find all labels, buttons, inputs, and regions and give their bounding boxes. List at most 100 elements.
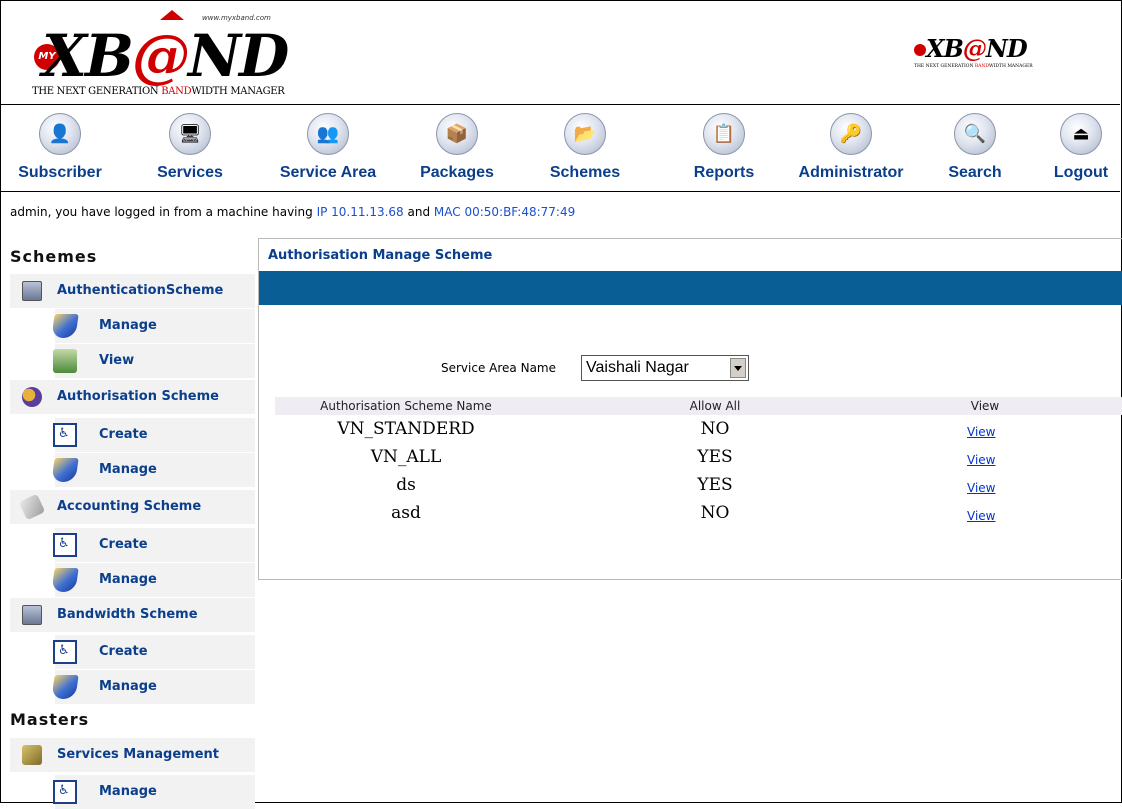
sidebar-item-label: Authorisation Scheme — [57, 389, 219, 404]
sidebar-item-accounting-manage[interactable]: Manage — [51, 563, 255, 597]
logo-text-at: @ — [132, 22, 190, 90]
logo-small-tagline-red: BAND — [974, 64, 989, 69]
view-link[interactable]: View — [967, 425, 995, 439]
sidebar-item-services-management[interactable]: Services Management — [10, 738, 255, 772]
books-icon — [53, 349, 77, 373]
cell-allow-all: NO — [700, 503, 730, 523]
tools-icon — [22, 745, 42, 765]
tagline-part-1: THE NEXT GENERATION — [32, 86, 162, 97]
logo-small-badge — [914, 44, 926, 56]
logo-text-2: ND — [188, 22, 289, 90]
manage-shield-icon — [51, 458, 79, 482]
sidebar-item-authentication-view[interactable]: View — [53, 344, 255, 378]
service-area-select[interactable]: Vaishali Nagar — [581, 355, 749, 381]
service-area-selected-value: Vaishali Nagar — [586, 359, 689, 376]
sidebar-item-services-manage[interactable]: Manage — [53, 775, 255, 809]
schemes-icon: 📂 — [564, 113, 606, 155]
login-ip: IP 10.11.13.68 — [316, 205, 404, 219]
cell-scheme-name: ds — [396, 475, 416, 495]
logout-icon: ⏏ — [1060, 113, 1102, 155]
cell-scheme-name: VN_ALL — [370, 447, 442, 467]
nav-services[interactable]: 🖥 Services — [135, 105, 245, 191]
sidebar-item-authorisation-manage[interactable]: Manage — [51, 453, 255, 487]
xband-logo-small: XB@ND THE NEXT GENERATION BANDWIDTH MANA… — [910, 34, 1060, 84]
nav-label: Administrator — [798, 164, 904, 181]
search-icon: 🔍 — [954, 113, 996, 155]
logo-roof-icon — [160, 10, 184, 20]
nav-administrator[interactable]: 🔑 Administrator — [796, 105, 906, 191]
packages-icon: 📦 — [436, 113, 478, 155]
logo-small-text-2: ND — [985, 34, 1028, 63]
nav-subscriber[interactable]: 👤 Subscriber — [5, 105, 115, 191]
nav-divider — [0, 191, 1120, 192]
form-icon — [53, 423, 77, 447]
logo-text-1: XB — [42, 22, 134, 90]
users-icon — [22, 387, 42, 407]
sidebar-item-label: Manage — [99, 784, 157, 799]
column-header-view: View — [970, 399, 1000, 413]
table-row: VN_STANDERD NO View — [275, 419, 1122, 447]
xband-logo: www.myxband.com MY XB@ND THE NEXT GENERA… — [32, 10, 292, 104]
cell-allow-all: YES — [697, 475, 733, 495]
cell-scheme-name: asd — [391, 503, 421, 523]
sidebar-heading-schemes: Schemes — [10, 247, 98, 266]
sidebar-item-authentication-manage[interactable]: Manage — [51, 309, 255, 343]
sidebar-item-label: Create — [99, 427, 148, 442]
logo-small-tagline-2: WIDTH MANAGER — [988, 64, 1033, 69]
administrator-icon: 🔑 — [830, 113, 872, 155]
services-icon: 🖥 — [169, 113, 211, 155]
tagline-red: BAND — [161, 86, 192, 97]
sidebar-item-label: Manage — [99, 572, 157, 587]
sidebar-item-label: Services Management — [57, 747, 219, 762]
nav-label: Packages — [420, 164, 494, 181]
logo-small-wordmark: XB@ND — [926, 34, 1028, 63]
sidebar-item-accounting-scheme[interactable]: Accounting Scheme — [10, 490, 255, 524]
main-panel: Authorisation Manage Scheme Service Area… — [258, 238, 1122, 580]
manage-shield-icon — [51, 568, 79, 592]
nav-label: Subscriber — [18, 164, 102, 181]
chevron-down-icon[interactable] — [730, 358, 746, 378]
sidebar-item-label: Bandwidth Scheme — [57, 607, 198, 622]
logo-small-tagline: THE NEXT GENERATION BANDWIDTH MANAGER — [914, 64, 1033, 69]
sidebar-item-label: Create — [99, 537, 148, 552]
subscriber-icon: 👤 — [39, 113, 81, 155]
form-icon — [53, 533, 77, 557]
nav-logout[interactable]: ⏏ Logout — [1026, 105, 1122, 191]
sidebar-item-authentication-scheme[interactable]: AuthenticationScheme — [10, 274, 255, 308]
nav-label: Logout — [1053, 164, 1109, 181]
cell-allow-all: YES — [697, 447, 733, 467]
table-header: Authorisation Scheme Name Allow All View — [275, 397, 1122, 415]
sidebar-item-bandwidth-create[interactable]: Create — [53, 635, 255, 669]
logo-small-tagline-1: THE NEXT GENERATION — [914, 64, 975, 69]
sidebar-item-bandwidth-manage[interactable]: Manage — [51, 670, 255, 704]
manage-shield-icon — [51, 675, 79, 699]
nav-schemes[interactable]: 📂 Schemes — [530, 105, 640, 191]
sidebar-item-label: Accounting Scheme — [57, 499, 202, 514]
logo-small-text-1: XB — [926, 34, 964, 63]
nav-reports[interactable]: 📋 Reports — [669, 105, 779, 191]
nav-search[interactable]: 🔍 Search — [920, 105, 1030, 191]
sidebar-item-label: Manage — [99, 679, 157, 694]
view-link[interactable]: View — [967, 509, 995, 523]
nav-label: Service Area — [279, 164, 377, 181]
view-link[interactable]: View — [967, 453, 995, 467]
view-link[interactable]: View — [967, 481, 995, 495]
sidebar-item-bandwidth-scheme[interactable]: Bandwidth Scheme — [10, 598, 255, 632]
sidebar-item-label: Create — [99, 644, 148, 659]
form-icon — [53, 640, 77, 664]
disk-icon — [18, 493, 46, 521]
column-header-scheme-name: Authorisation Scheme Name — [320, 399, 492, 413]
nav-packages[interactable]: 📦 Packages — [402, 105, 512, 191]
table-row: VN_ALL YES View — [275, 447, 1122, 475]
sidebar-item-authorisation-scheme[interactable]: Authorisation Scheme — [10, 380, 255, 414]
sidebar-heading-masters: Masters — [10, 710, 90, 729]
login-mac: MAC 00:50:BF:48:77:49 — [433, 205, 576, 219]
sidebar-item-accounting-create[interactable]: Create — [53, 528, 255, 562]
nav-label: Reports — [693, 164, 755, 181]
service-area-icon: 👥 — [307, 113, 349, 155]
sidebar-item-authorisation-create[interactable]: Create — [53, 418, 255, 452]
service-area-label: Service Area Name — [441, 361, 556, 375]
sidebar-item-label: AuthenticationScheme — [57, 283, 224, 298]
nav-service-area[interactable]: 👥 Service Area — [273, 105, 383, 191]
tagline-part-2: WIDTH MANAGER — [191, 86, 285, 97]
